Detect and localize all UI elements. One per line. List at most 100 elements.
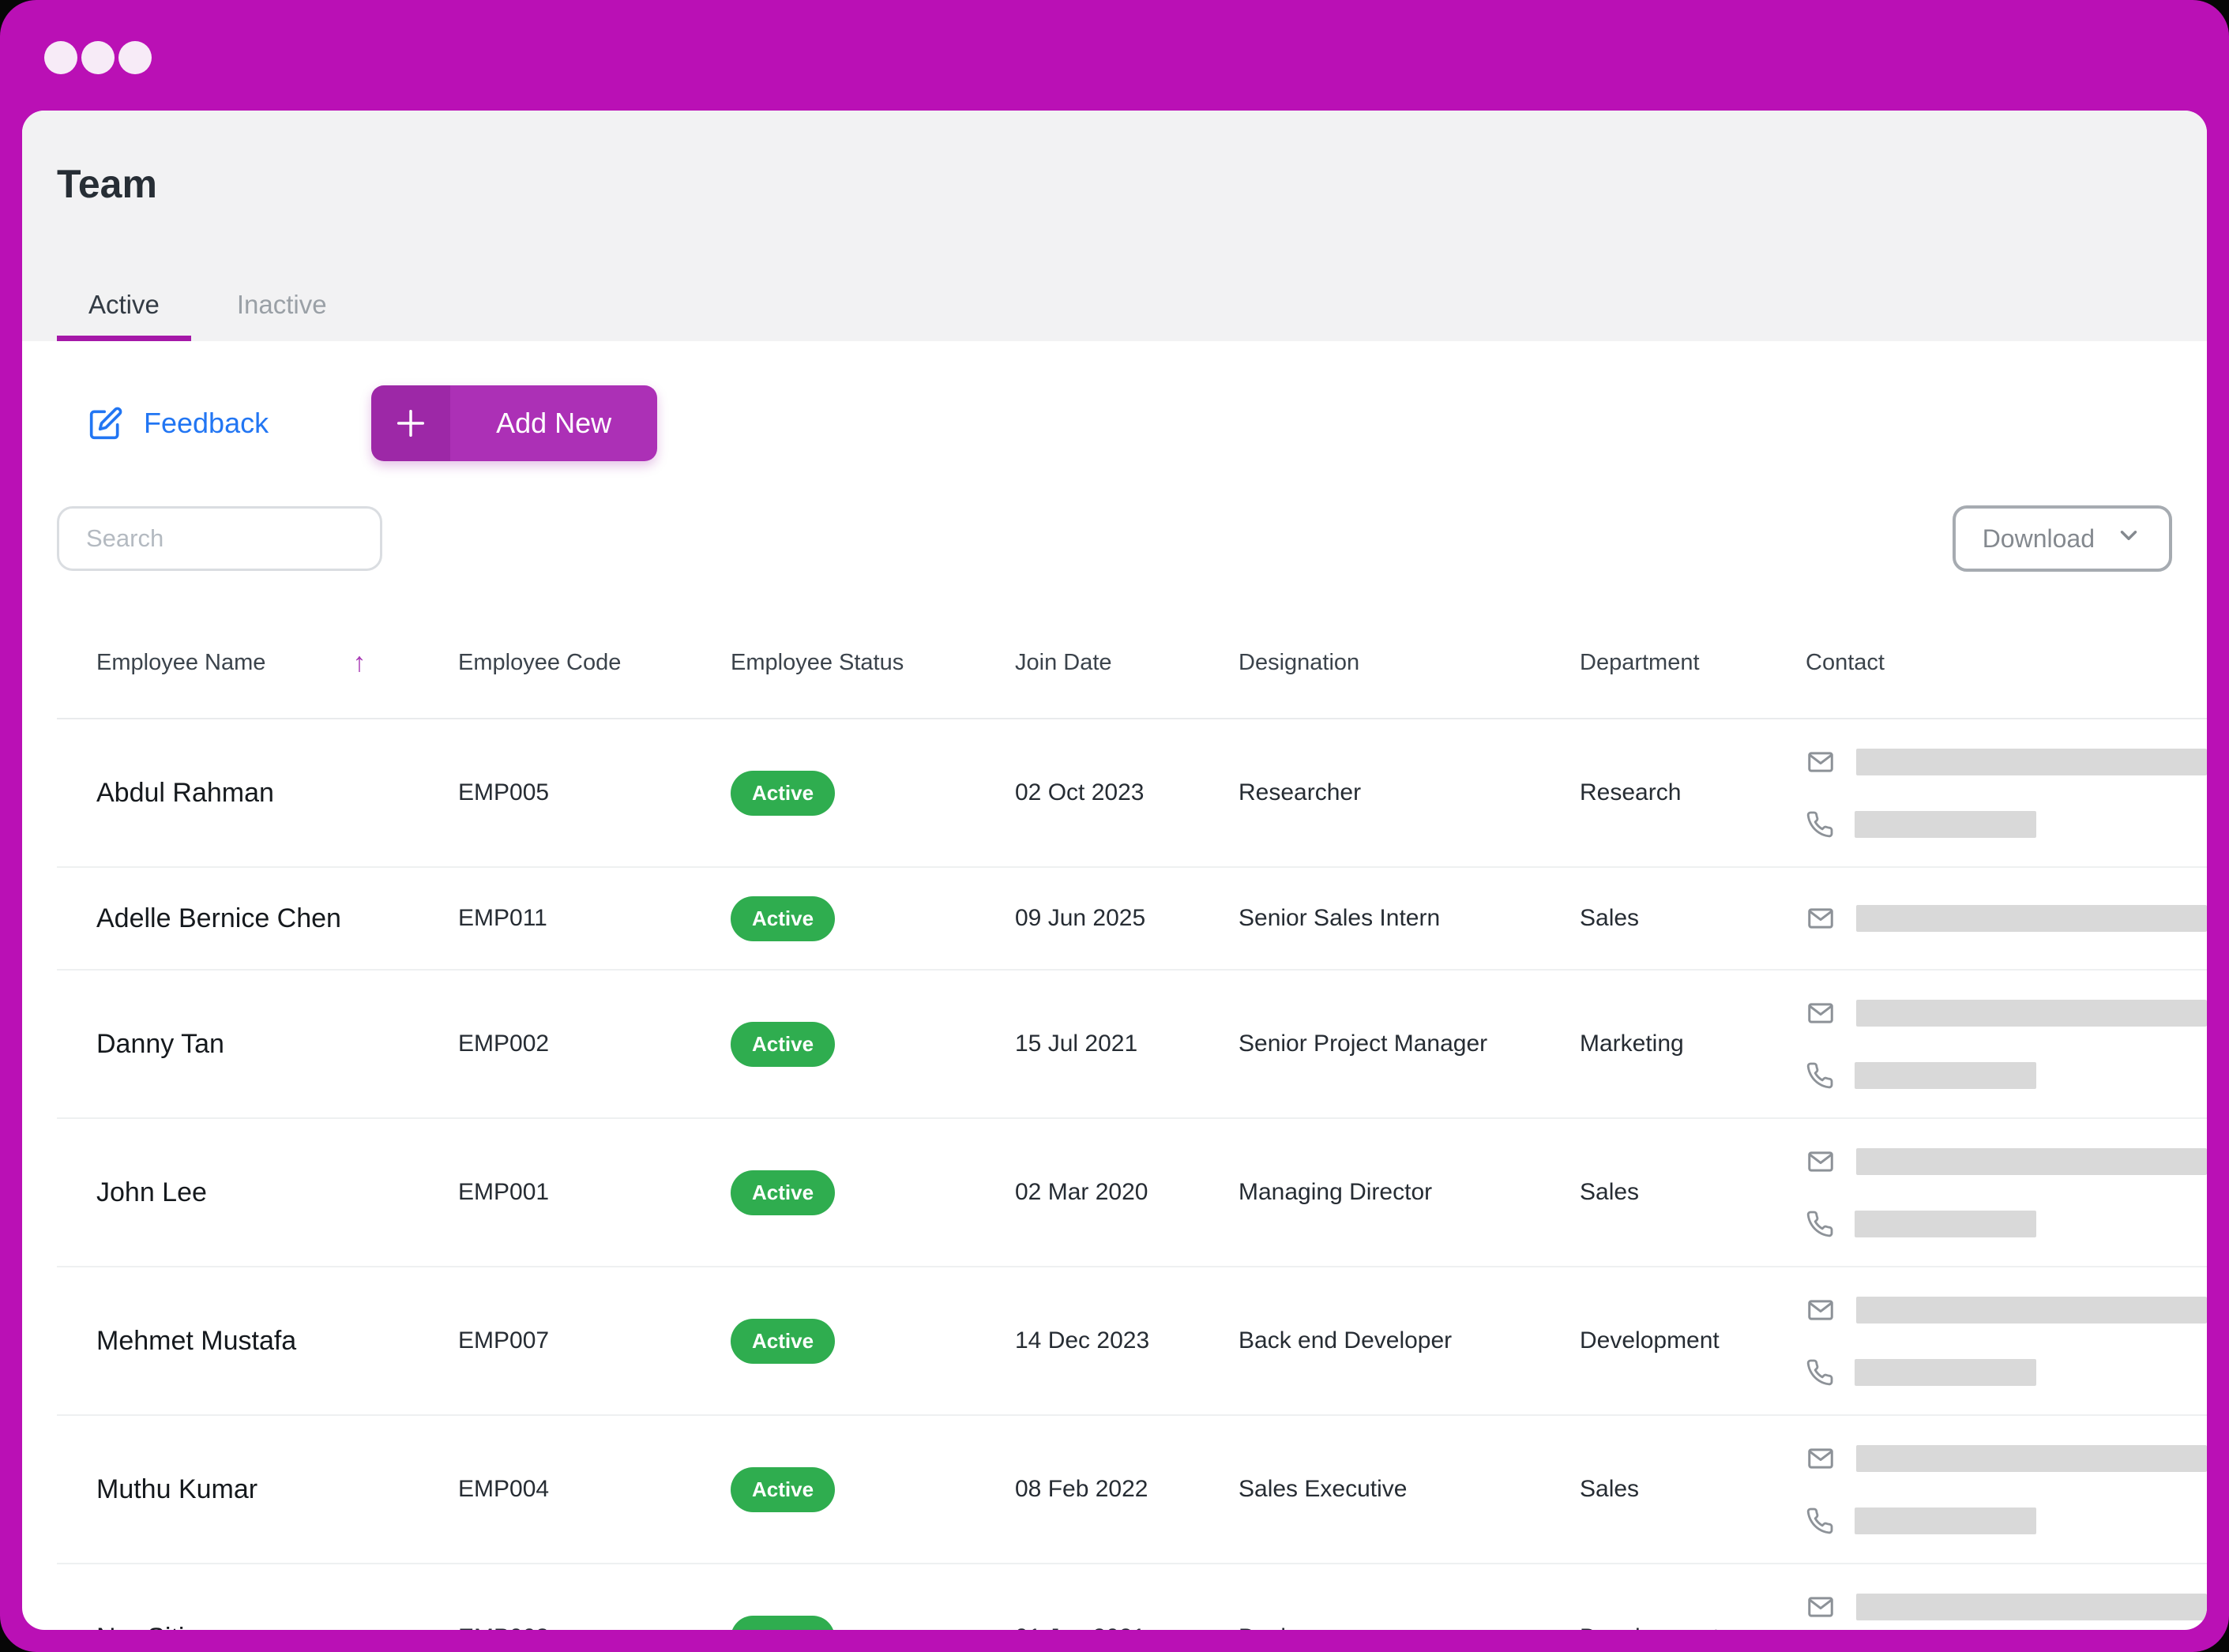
designation-cell: Senior Sales Intern [1239, 905, 1580, 932]
employee-name-cell: John Lee [57, 1177, 458, 1208]
chevron-down-icon [2115, 522, 2142, 555]
column-header-join-date[interactable]: Join Date [1015, 650, 1239, 676]
designation-cell: Back end Developer [1239, 1327, 1580, 1354]
contact-email-line [1806, 903, 2207, 933]
mail-icon [1806, 998, 1836, 1028]
add-new-button[interactable]: Add New [371, 385, 657, 461]
window-controls [44, 41, 152, 74]
status-badge: Active [731, 771, 835, 816]
window-dot-1[interactable] [44, 41, 77, 74]
sort-ascending-icon: ↑ [352, 648, 366, 678]
employee-name-cell: Danny Tan [57, 1029, 458, 1060]
column-header-employee-code[interactable]: Employee Code [458, 650, 731, 676]
redacted-phone-bar [1855, 811, 2036, 838]
department-cell: Development [1580, 1624, 1806, 1630]
employee-code-cell: EMP011 [458, 905, 731, 932]
download-label: Download [1983, 524, 2095, 554]
redacted-email-bar [1856, 1148, 2207, 1175]
app-panel: Team Active Inactive Feedback [22, 111, 2207, 1630]
designation-cell: Researcher [1239, 779, 1580, 806]
employee-name-cell: Adelle Bernice Chen [57, 903, 458, 934]
designation-cell: Sales Executive [1239, 1476, 1580, 1503]
table-row[interactable]: Adelle Bernice Chen EMP011 Active 09 Jun… [57, 868, 2207, 971]
designation-cell: Senior Project Manager [1239, 1031, 1580, 1057]
contact-email-line [1806, 1147, 2207, 1177]
table-row[interactable]: Muthu Kumar EMP004 Active 08 Feb 2022 Sa… [57, 1416, 2207, 1564]
status-badge: Active [731, 1467, 835, 1512]
table-row[interactable]: John Lee EMP001 Active 02 Mar 2020 Manag… [57, 1119, 2207, 1267]
employee-code-cell: EMP004 [458, 1476, 731, 1503]
designation-cell: Designer [1239, 1624, 1580, 1630]
contact-cell [1806, 903, 2207, 933]
download-button[interactable]: Download [1953, 505, 2172, 572]
phone-icon [1806, 810, 1834, 839]
column-header-department[interactable]: Department [1580, 650, 1806, 676]
window-dot-2[interactable] [81, 41, 115, 74]
employee-name-cell: Abdul Rahman [57, 778, 458, 809]
contact-phone-line [1806, 1061, 2207, 1090]
mail-icon [1806, 1592, 1836, 1622]
redacted-email-bar [1856, 749, 2207, 775]
redacted-phone-bar [1855, 1211, 2036, 1237]
search-box [57, 506, 382, 571]
join-date-cell: 01 Jan 2021 [1015, 1624, 1239, 1630]
employee-code-cell: EMP001 [458, 1179, 731, 1206]
contact-cell [1806, 1295, 2207, 1387]
employee-status-cell: Active [731, 771, 1015, 816]
contact-email-line [1806, 998, 2207, 1028]
department-cell: Sales [1580, 905, 1806, 932]
contact-phone-line [1806, 810, 2207, 839]
phone-icon [1806, 1210, 1834, 1238]
window-dot-3[interactable] [118, 41, 152, 74]
employee-code-cell: EMP003 [458, 1624, 731, 1630]
contact-email-line [1806, 1592, 2207, 1622]
contact-cell [1806, 1147, 2207, 1238]
table-body: Abdul Rahman EMP005 Active 02 Oct 2023 R… [57, 719, 2207, 1630]
table-row[interactable]: Nur Siti EMP003 Active 01 Jan 2021 Desig… [57, 1564, 2207, 1630]
contact-phone-line [1806, 1210, 2207, 1238]
phone-icon [1806, 1358, 1834, 1387]
employee-status-cell: Active [731, 1319, 1015, 1364]
table-row[interactable]: Abdul Rahman EMP005 Active 02 Oct 2023 R… [57, 719, 2207, 868]
join-date-cell: 08 Feb 2022 [1015, 1476, 1239, 1503]
employee-status-cell: Active [731, 1022, 1015, 1067]
employee-name-cell: Muthu Kumar [57, 1474, 458, 1505]
table-row[interactable]: Danny Tan EMP002 Active 15 Jul 2021 Seni… [57, 971, 2207, 1119]
redacted-email-bar [1856, 1445, 2207, 1472]
column-header-contact[interactable]: Contact [1806, 650, 2207, 676]
status-badge: Active [731, 1616, 835, 1631]
mail-icon [1806, 1147, 1836, 1177]
redacted-phone-bar [1855, 1507, 2036, 1534]
employee-status-cell: Active [731, 1170, 1015, 1215]
table-header-row: Employee Name ↑ Employee Code Employee S… [57, 607, 2207, 719]
contact-phone-line [1806, 1507, 2207, 1535]
department-cell: Sales [1580, 1179, 1806, 1206]
department-cell: Sales [1580, 1476, 1806, 1503]
department-cell: Marketing [1580, 1031, 1806, 1057]
tab-active[interactable]: Active [57, 269, 191, 341]
table-row[interactable]: Mehmet Mustafa EMP007 Active 14 Dec 2023… [57, 1267, 2207, 1416]
tab-inactive[interactable]: Inactive [205, 269, 359, 341]
page-title: Team [57, 161, 2172, 207]
status-badge: Active [731, 1170, 835, 1215]
employee-name-cell: Mehmet Mustafa [57, 1326, 458, 1357]
feedback-button[interactable]: Feedback [88, 406, 269, 441]
add-new-label: Add New [450, 385, 657, 461]
redacted-email-bar [1856, 1297, 2207, 1323]
column-header-employee-status[interactable]: Employee Status [731, 650, 1015, 676]
join-date-cell: 14 Dec 2023 [1015, 1327, 1239, 1354]
search-input[interactable] [57, 506, 382, 571]
redacted-email-bar [1856, 905, 2207, 932]
filter-row: Download [22, 505, 2207, 572]
column-header-employee-name[interactable]: Employee Name ↑ [57, 648, 458, 678]
contact-cell [1806, 747, 2207, 839]
redacted-phone-bar [1855, 1062, 2036, 1089]
join-date-cell: 09 Jun 2025 [1015, 905, 1239, 932]
mail-icon [1806, 747, 1836, 777]
page-content: Feedback Add New Download [22, 341, 2207, 1630]
employee-table: Employee Name ↑ Employee Code Employee S… [57, 607, 2207, 1630]
employee-name-cell: Nur Siti [57, 1623, 458, 1631]
department-cell: Research [1580, 779, 1806, 806]
employee-code-cell: EMP005 [458, 779, 731, 806]
column-header-designation[interactable]: Designation [1239, 650, 1580, 676]
